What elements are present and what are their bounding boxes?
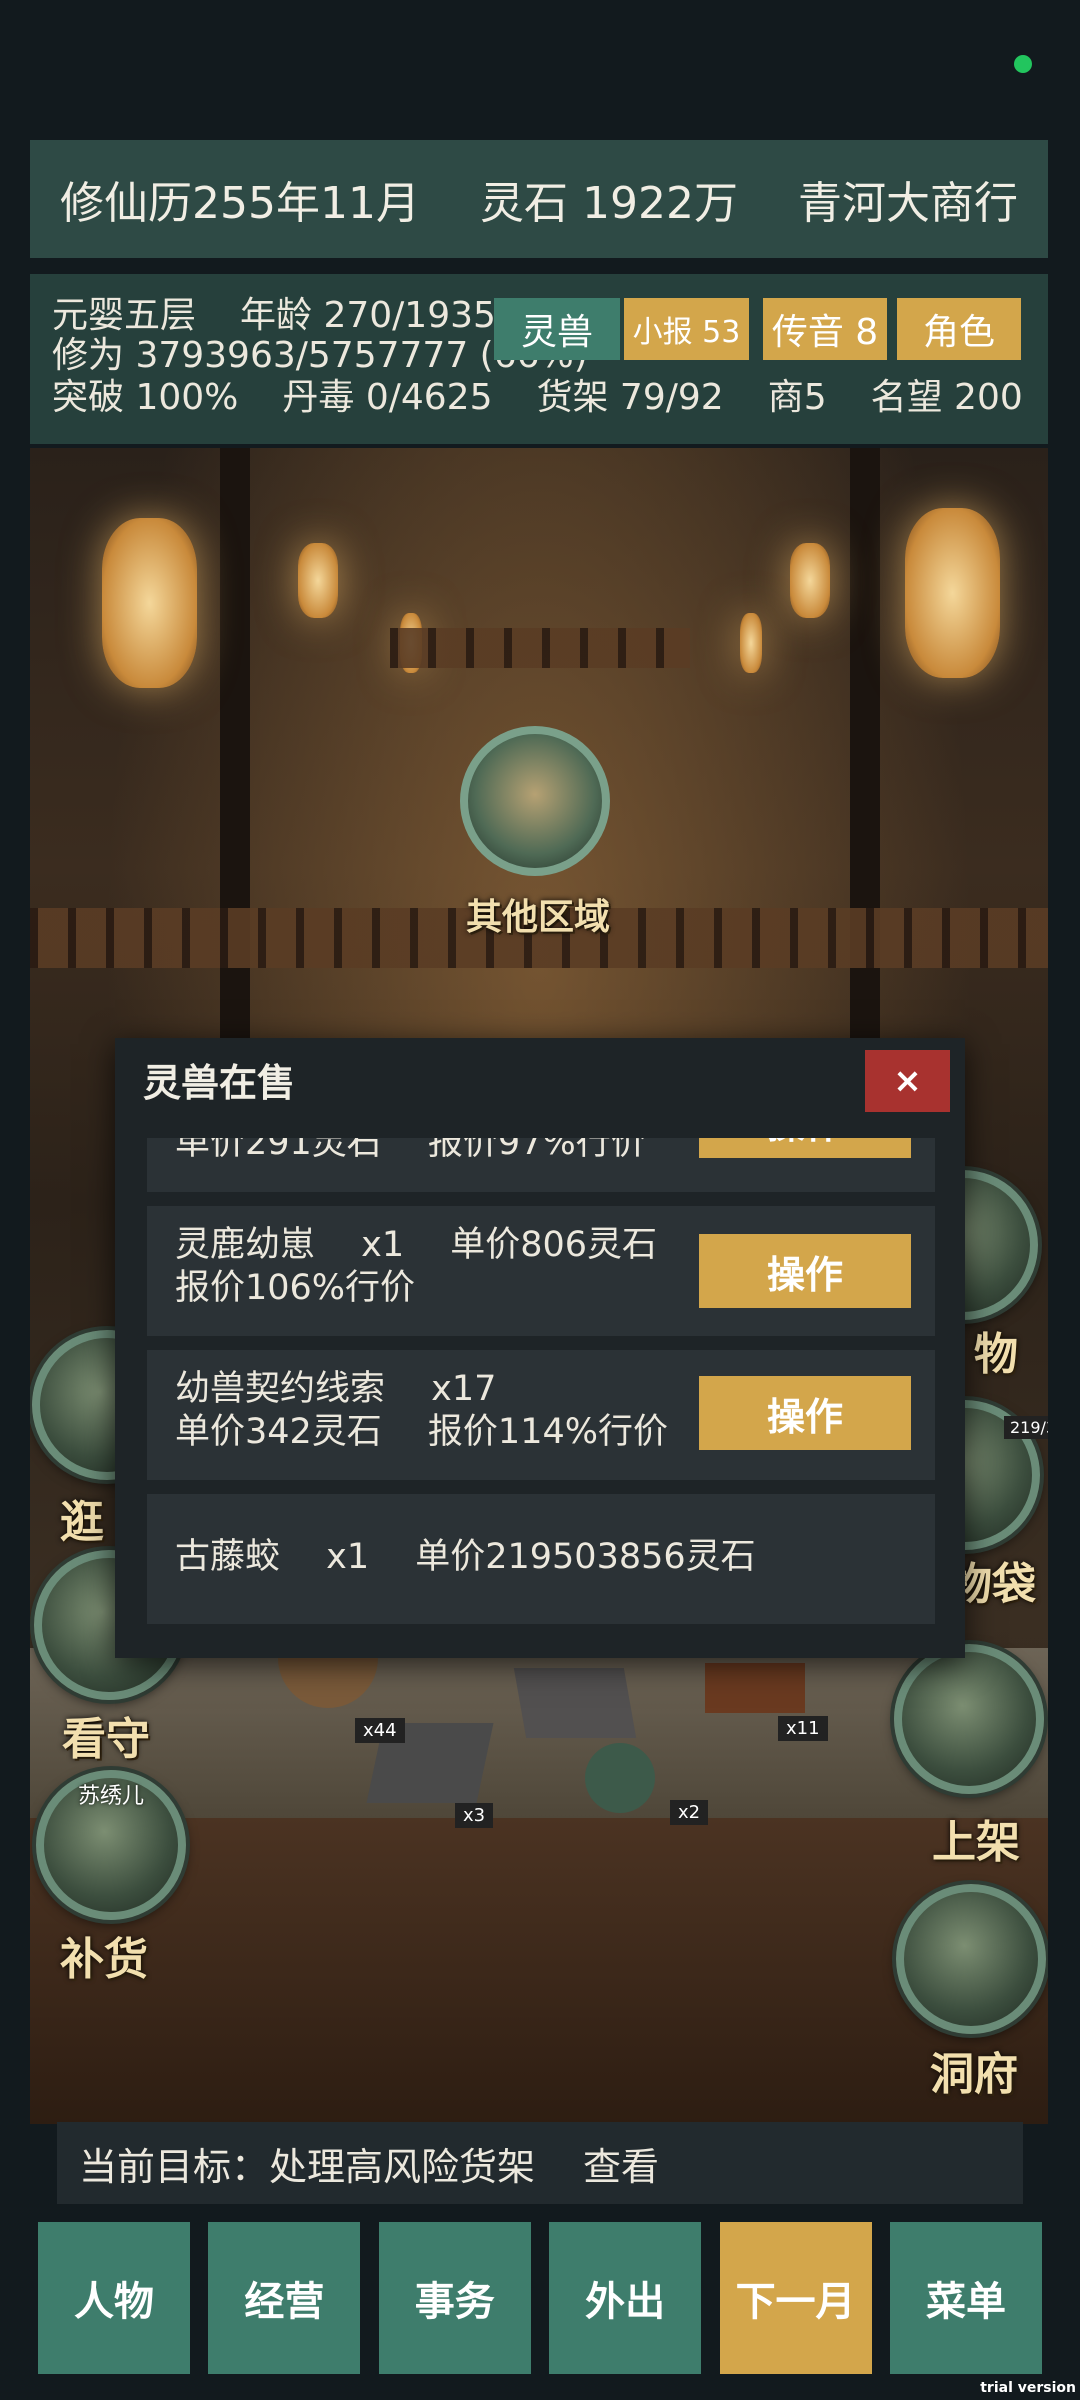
lantern — [102, 518, 197, 688]
guard-label[interactable]: 看守 — [62, 1703, 150, 1767]
item-count: x3 — [455, 1803, 494, 1828]
nav-menu-button[interactable]: 菜单 — [889, 2222, 1042, 2374]
operate-button[interactable]: 操作 — [699, 1234, 911, 1308]
beast-sale-dialog: 灵兽在售 × 单价291灵石 报价97%行价 操作 灵鹿幼崽 x1 单价806灵… — [115, 1038, 965, 1658]
potion-box[interactable] — [705, 1663, 805, 1713]
pill-poison: 丹毒 0/4625 — [282, 377, 493, 418]
bottom-nav: 人物 经营 事务 外出 下一月 菜单 — [38, 2222, 1042, 2374]
nav-character-button[interactable]: 人物 — [38, 2222, 190, 2374]
view-goal-link[interactable]: 查看 — [583, 2136, 659, 2191]
operate-button[interactable]: 操作 — [699, 1138, 911, 1158]
header-bar: 修仙历255年11月 灵石 1922万 青河大商行 — [30, 140, 1048, 258]
role-button[interactable]: 角色 — [897, 298, 1021, 360]
trial-watermark: trial version — [980, 2380, 1076, 2396]
bag-capacity: 219/366 — [1004, 1416, 1048, 1439]
upper-railing — [390, 628, 690, 668]
message-button[interactable]: 传音 8 — [763, 298, 887, 360]
lantern — [790, 543, 830, 618]
jade-disc[interactable] — [585, 1743, 655, 1813]
item-info: 古藤蛟 x1 单价219503856灵石 — [175, 1537, 756, 1577]
nav-business-button[interactable]: 经营 — [208, 2222, 361, 2374]
fame-value: 名望 200 — [870, 377, 1023, 418]
nav-affairs-button[interactable]: 事务 — [378, 2222, 531, 2374]
stats-line-1: 元婴五层 年龄 270/1935 — [52, 296, 540, 336]
list-goods-label[interactable]: 上架 — [932, 1806, 1020, 1870]
breakthrough-rate: 突破 100% — [52, 377, 239, 418]
lantern — [740, 613, 762, 673]
stats-line-3: 突破 100% 丹毒 0/4625 货架 79/92 商5 名望 200 — [52, 378, 1023, 418]
shop-name: 青河大商行 — [797, 178, 1018, 229]
cave-label[interactable]: 洞府 — [930, 2038, 1018, 2102]
realm-level: 元婴五层 — [52, 295, 197, 336]
news-button[interactable]: 小报 53 — [624, 298, 749, 360]
operate-button[interactable]: 操作 — [699, 1376, 911, 1450]
age-value: 年龄 270/1935 — [240, 295, 496, 336]
restock-label[interactable]: 补货 — [60, 1923, 148, 1987]
close-button[interactable]: × — [865, 1050, 950, 1112]
item-info: 灵鹿幼崽 x1 单价806灵石 报价106%行价 — [175, 1225, 658, 1308]
next-month-button[interactable]: 下一月 — [719, 2222, 872, 2374]
goal-text: 当前目标：处理高风险货架 — [79, 2144, 536, 2189]
dialog-title: 灵兽在售 — [143, 1060, 296, 1105]
shelf-count: 货架 79/92 — [536, 377, 724, 418]
npc-name: 苏绣儿 — [78, 1784, 145, 1809]
goods-label[interactable]: 物 — [974, 1318, 1018, 1382]
status-indicator — [1014, 55, 1032, 73]
other-area-icon[interactable] — [460, 726, 610, 876]
calendar-date: 修仙历255年11月 — [60, 178, 420, 229]
lantern — [905, 508, 1000, 678]
other-area-label[interactable]: 其他区域 — [466, 888, 610, 940]
dialog-header: 灵兽在售 × — [115, 1038, 965, 1120]
list-goods-button[interactable] — [894, 1644, 1044, 1794]
list-item: 灵鹿幼崽 x1 单价806灵石 报价106%行价 操作 — [147, 1206, 935, 1336]
list-item: 幼兽契约线索 x17 单价342灵石 报价114%行价 操作 — [147, 1350, 935, 1480]
item-info: 幼兽契约线索 x17 单价342灵石 报价114%行价 — [175, 1369, 668, 1452]
lantern — [298, 543, 338, 618]
cave-button[interactable] — [896, 1884, 1046, 2034]
item-mat[interactable] — [513, 1668, 637, 1738]
nav-outing-button[interactable]: 外出 — [549, 2222, 702, 2374]
browse-label[interactable]: 逛 — [60, 1486, 104, 1550]
item-count: x44 — [355, 1718, 405, 1743]
list-item: 古藤蛟 x1 单价219503856灵石 — [147, 1494, 935, 1624]
item-count: x11 — [778, 1716, 828, 1741]
merchant-level: 商5 — [767, 377, 827, 418]
list-item: 单价291灵石 报价97%行价 操作 — [147, 1138, 935, 1192]
item-info: 单价291灵石 报价97%行价 — [175, 1138, 646, 1163]
spirit-stone-balance: 灵石 1922万 — [480, 178, 738, 229]
current-goal-bar: 当前目标：处理高风险货架 查看 — [57, 2122, 1023, 2204]
beast-tab-button[interactable]: 灵兽 — [494, 298, 620, 360]
item-count: x2 — [670, 1800, 709, 1825]
sale-list[interactable]: 单价291灵石 报价97%行价 操作 灵鹿幼崽 x1 单价806灵石 报价106… — [115, 1138, 965, 1658]
